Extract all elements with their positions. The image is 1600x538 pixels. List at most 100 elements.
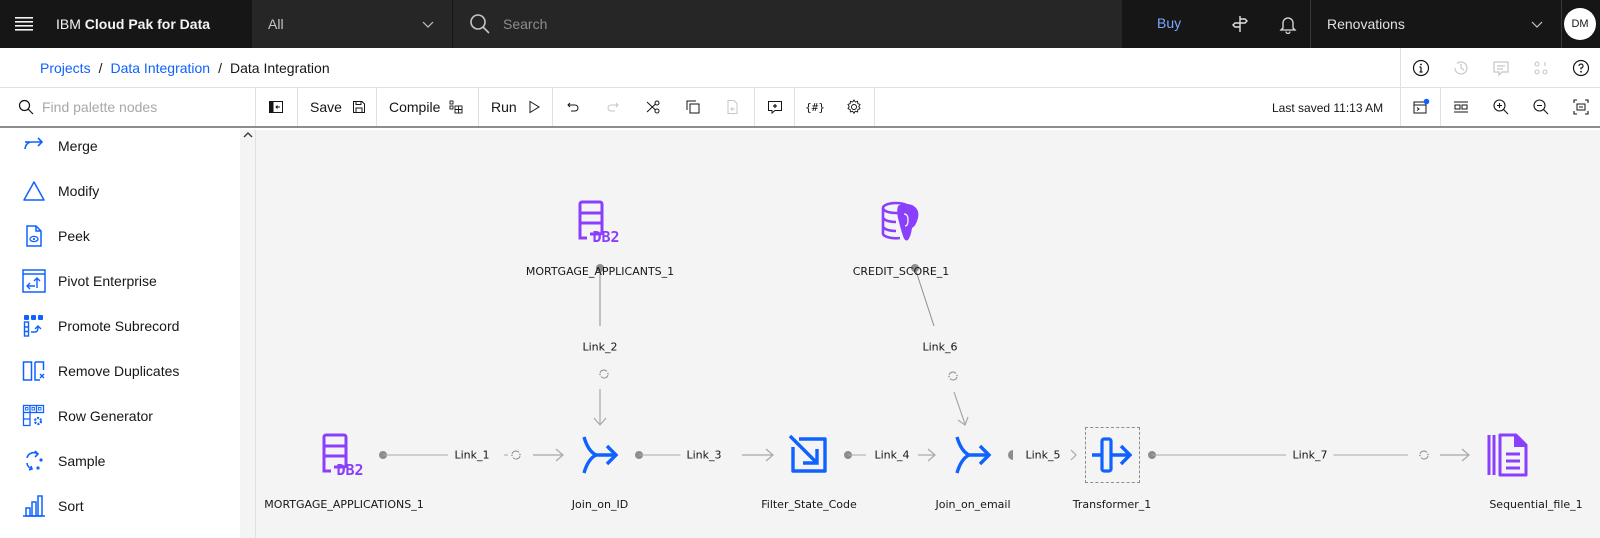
settings-button[interactable] — [835, 88, 875, 126]
palette-item-remove-duplicates[interactable]: Remove Duplicates — [0, 348, 240, 394]
link-7-sync-icon[interactable] — [1418, 450, 1430, 460]
palette-item-sample[interactable]: Sample — [0, 438, 240, 484]
play-icon — [529, 100, 540, 114]
signpost-button[interactable] — [1228, 12, 1252, 36]
link-5-source-port[interactable] — [1008, 450, 1013, 460]
run-button[interactable]: Run — [479, 88, 553, 126]
node-label: MORTGAGE_APPLICANTS_1 — [525, 265, 675, 278]
link-6-sync-icon[interactable] — [947, 371, 959, 381]
node-label: Filter_State_Code — [761, 498, 857, 511]
signpost-icon — [1232, 16, 1248, 32]
link-1-label[interactable]: Link_1 — [448, 448, 496, 462]
last-saved-status: Last saved 11:13 AM — [1272, 101, 1384, 115]
zoom-in-button[interactable] — [1481, 88, 1521, 126]
link-7-label[interactable]: Link_7 — [1286, 448, 1334, 462]
join-icon — [955, 436, 992, 474]
breadcrumb-data-integration[interactable]: Data Integration — [110, 60, 210, 76]
fit-to-screen-button[interactable] — [1561, 88, 1600, 126]
undo-button[interactable] — [553, 88, 593, 126]
link-1-sync-icon[interactable] — [510, 450, 522, 460]
palette-item-promote-subrecord[interactable]: Promote Subrecord — [0, 303, 240, 349]
comment-icon — [1493, 61, 1509, 77]
buy-link[interactable]: Buy — [1157, 15, 1181, 31]
palette-item-label: Peek — [58, 228, 90, 244]
db2-icon: DB2 — [578, 200, 620, 244]
global-search[interactable] — [452, 0, 1122, 48]
save-button[interactable]: Save — [298, 88, 377, 126]
history-icon — [1454, 61, 1468, 75]
product-name[interactable]: IBM Cloud Pak for Data — [48, 16, 244, 32]
paste-button[interactable] — [713, 88, 753, 126]
svg-text:{#}: {#} — [806, 101, 824, 114]
notifications-button[interactable] — [1276, 12, 1300, 36]
logs-button[interactable] — [1401, 88, 1441, 126]
breadcrumb-projects[interactable]: Projects — [40, 60, 91, 76]
add-comment-icon — [767, 101, 782, 115]
compile-icon — [449, 100, 463, 114]
palette-search-input[interactable] — [42, 99, 242, 115]
transformer-icon — [1092, 437, 1133, 473]
copy-icon — [686, 100, 700, 114]
toggle-palette-button[interactable] — [256, 88, 298, 126]
link-2-label[interactable]: Link_2 — [576, 340, 624, 354]
zoom-out-button[interactable] — [1521, 88, 1561, 126]
flow-toolbar: Save Compile Run {#} Last saved 11:13 AM — [0, 88, 1600, 128]
svg-text:DB2: DB2 — [592, 228, 619, 244]
link-5-label[interactable]: Link_5 — [1019, 448, 1067, 462]
palette-item-pivot-enterprise[interactable]: Pivot Enterprise — [0, 258, 240, 304]
palette-item-peek[interactable]: Peek — [0, 213, 240, 259]
node-label: Join_on_email — [935, 498, 1011, 511]
scope-dropdown[interactable]: All — [252, 0, 452, 48]
user-avatar[interactable]: DM — [1564, 8, 1596, 40]
arrow-icon — [1070, 449, 1077, 461]
info-button[interactable] — [1401, 48, 1441, 88]
data-assets-button[interactable] — [1521, 48, 1561, 88]
save-icon — [352, 101, 365, 113]
breadcrumb-bar: Projects / Data Integration / Data Integ… — [0, 48, 1600, 88]
binary-icon — [1534, 61, 1548, 75]
link-4-label[interactable]: Link_4 — [868, 448, 916, 462]
palette-scrollbar[interactable] — [240, 130, 256, 538]
node-label: MORTGAGE_APPLICATIONS_1 — [264, 498, 424, 511]
hamburger-icon — [15, 17, 33, 31]
palette-item-modify[interactable]: Modify — [0, 168, 240, 214]
collapse-panel-icon — [269, 101, 283, 113]
palette-item-merge[interactable]: Merge — [0, 123, 240, 169]
cut-button[interactable] — [633, 88, 673, 126]
gear-icon — [847, 99, 861, 115]
arrange-button[interactable] — [1441, 88, 1481, 126]
flow-canvas[interactable]: Link_1 Link_2 Link_3 Link_4 Link_5 Link_… — [256, 130, 1600, 538]
canvas-view-actions — [1400, 88, 1600, 126]
link-3-label[interactable]: Link_3 — [680, 448, 728, 462]
menu-button[interactable] — [0, 0, 48, 48]
node-label: Transformer_1 — [1072, 498, 1152, 511]
redo-button[interactable] — [593, 88, 633, 126]
db2-icon: DB2 — [322, 433, 364, 477]
palette-item-row-generator[interactable]: Row Generator — [0, 393, 240, 439]
comments-button[interactable] — [1481, 48, 1521, 88]
palette-item-sort[interactable]: Sort — [0, 483, 240, 529]
copy-button[interactable] — [673, 88, 713, 126]
palette-search[interactable] — [0, 88, 256, 126]
arrange-icon — [1454, 101, 1468, 113]
add-comment-button[interactable] — [755, 88, 795, 126]
brand-prefix: IBM — [56, 16, 81, 32]
account-switcher[interactable]: Renovations — [1310, 0, 1562, 48]
notification-dot — [1423, 98, 1429, 105]
link-6-label[interactable]: Link_6 — [916, 340, 964, 354]
postgresql-icon — [881, 201, 919, 241]
help-button[interactable] — [1561, 48, 1600, 88]
breadcrumb: Projects / Data Integration / Data Integ… — [40, 60, 330, 76]
account-name: Renovations — [1327, 16, 1405, 32]
help-icon — [1572, 59, 1590, 77]
compile-button[interactable]: Compile — [377, 88, 479, 126]
search-input[interactable] — [503, 16, 1003, 32]
palette-item-label: Row Generator — [58, 408, 153, 424]
scroll-up-icon[interactable] — [243, 131, 253, 139]
sequential-file-icon — [1487, 433, 1528, 477]
parameters-button[interactable]: {#} — [795, 88, 835, 126]
history-button[interactable] — [1441, 48, 1481, 88]
bell-icon — [1279, 17, 1297, 34]
link-2-sync-icon[interactable] — [598, 369, 610, 379]
palette-item-label: Sample — [58, 453, 106, 469]
